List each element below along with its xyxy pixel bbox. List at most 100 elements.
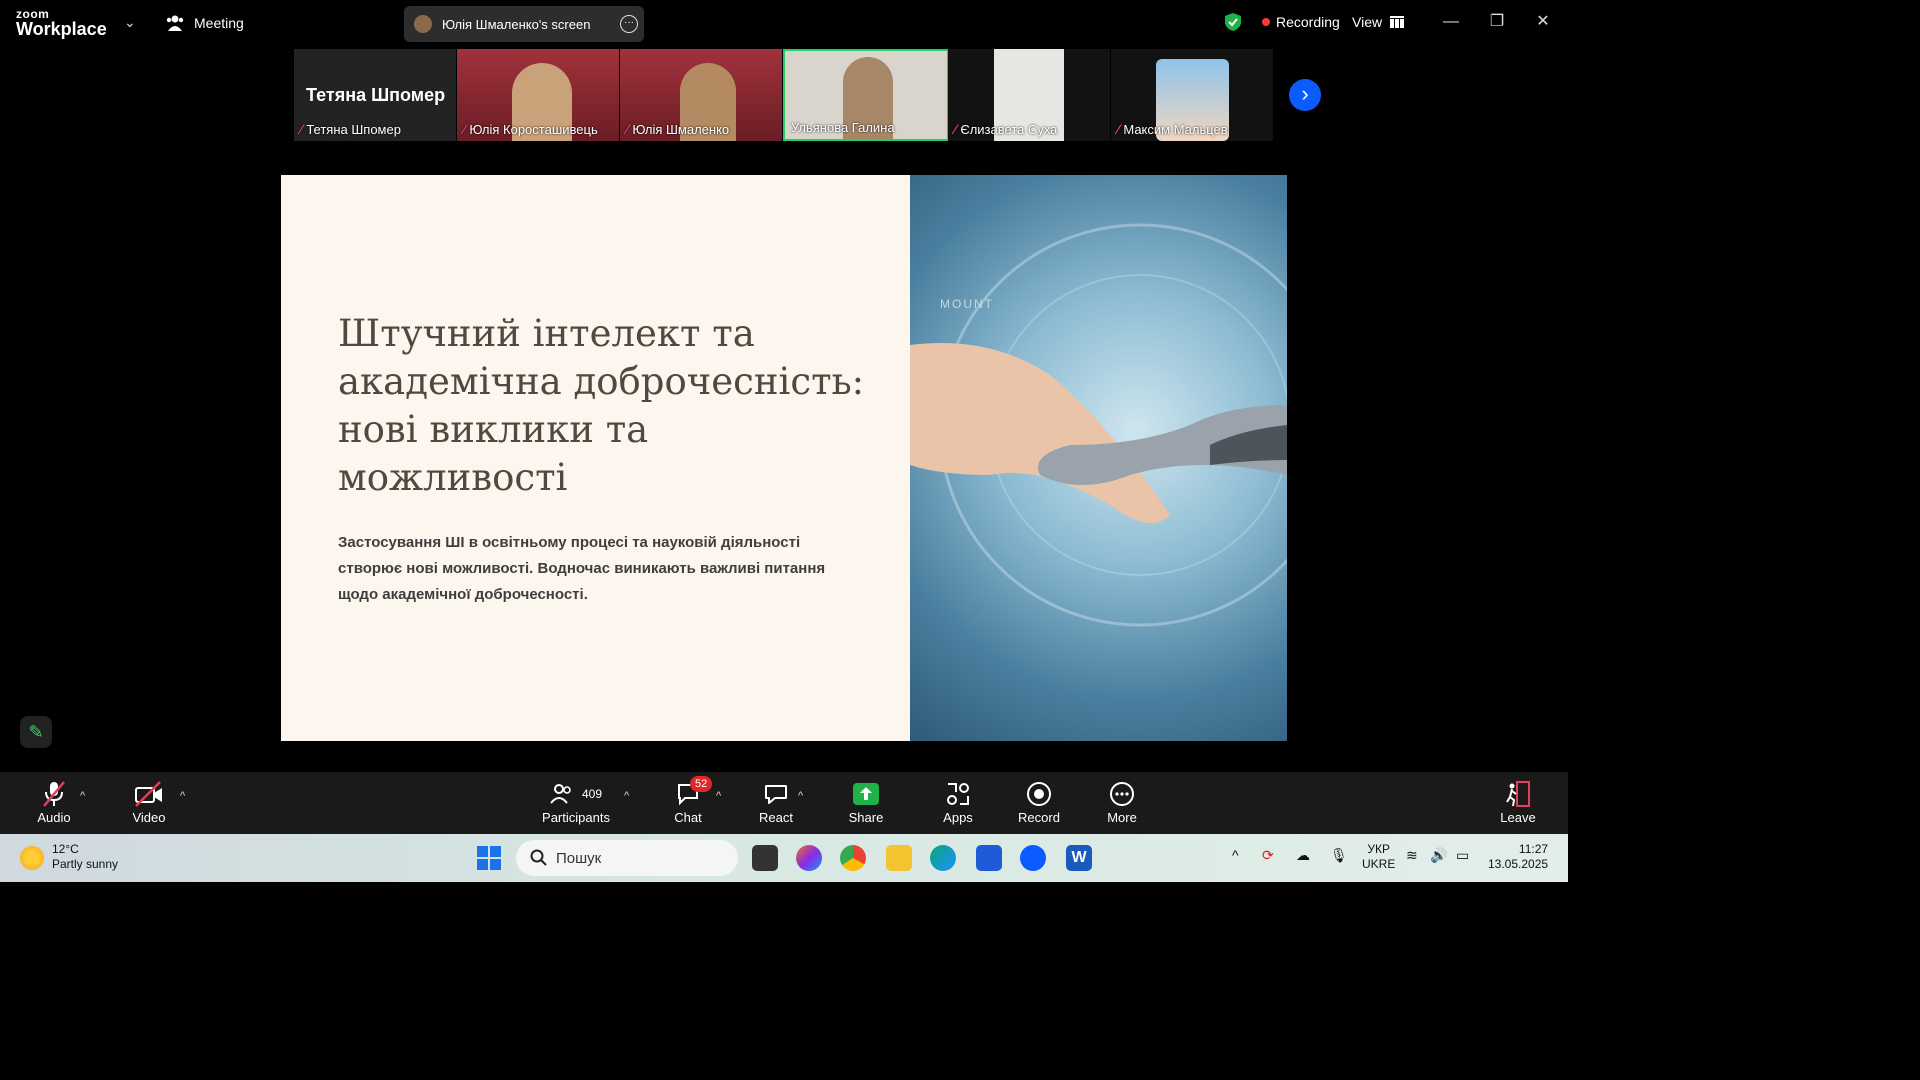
task-view-icon[interactable]: [752, 845, 778, 871]
audio-options-caret-icon[interactable]: ^: [80, 790, 85, 802]
more-dots-icon: [1110, 782, 1134, 806]
zoom-taskbar-icon[interactable]: [1020, 845, 1046, 871]
handshake-illustration: [910, 223, 1287, 627]
participant-name-row: ⁄ Тетяна Шпомер: [300, 121, 401, 137]
taskbar-search[interactable]: Пошук: [516, 840, 738, 876]
video-options-caret-icon[interactable]: ^: [180, 790, 185, 802]
mic-muted-icon: [43, 781, 65, 807]
clock[interactable]: 11:27 13.05.2025: [1488, 842, 1548, 872]
restore-icon[interactable]: ❐: [1482, 10, 1512, 34]
wifi-icon[interactable]: ≋: [1406, 848, 1418, 863]
meeting-label: Meeting: [194, 15, 244, 31]
sharer-avatar: [414, 15, 432, 33]
image-watermark: MOUNT: [940, 297, 994, 311]
recording-indicator[interactable]: Recording: [1262, 14, 1340, 30]
video-off-icon: [135, 781, 162, 807]
chat-button[interactable]: 52 Chat: [668, 776, 713, 825]
participant-name-row: ⁄ Єлизавета Суха: [954, 121, 1057, 137]
react-caret-icon[interactable]: ^: [798, 790, 803, 802]
participant-name-row: Ульянова Галина: [791, 120, 895, 135]
store-icon[interactable]: [976, 845, 1002, 871]
view-button[interactable]: View: [1352, 14, 1405, 30]
weather-widget[interactable]: 12°C Partly sunny: [20, 842, 118, 872]
logo-line2: Workplace: [16, 19, 107, 39]
participant-name: Тетяна Шпомер: [306, 121, 401, 137]
react-button[interactable]: React: [756, 778, 796, 825]
leave-door-icon: [1506, 781, 1530, 807]
meeting-info-button[interactable]: Meeting: [166, 14, 244, 32]
recording-dot-icon: [1262, 18, 1270, 26]
sync-icon[interactable]: ⟳: [1262, 848, 1274, 863]
handshake-image: MOUNT: [910, 175, 1287, 741]
react-label: React: [759, 810, 793, 825]
partly-sunny-icon: [20, 846, 44, 870]
record-label: Record: [1018, 810, 1060, 825]
leave-button[interactable]: Leave: [1496, 778, 1540, 825]
close-icon[interactable]: ✕: [1528, 10, 1558, 34]
record-icon: [1027, 782, 1051, 806]
people-icon: [550, 784, 571, 804]
mic-muted-icon: ⁄: [463, 121, 466, 137]
heart-react-icon: [765, 785, 787, 804]
participant-tile[interactable]: ⁄ Єлизавета Суха: [948, 49, 1110, 141]
share-screen-icon: [853, 783, 879, 805]
microphone-tray-icon[interactable]: 🎙: [1330, 848, 1348, 863]
annotate-pencil-icon[interactable]: ✎: [20, 716, 52, 748]
participant-tile[interactable]: ⁄ Максим Мальцев: [1111, 49, 1273, 141]
chat-caret-icon[interactable]: ^: [716, 790, 721, 802]
search-icon: [530, 849, 547, 866]
participants-count: 409: [581, 787, 603, 801]
clock-time: 11:27: [1518, 842, 1549, 856]
onedrive-icon[interactable]: ☁: [1296, 848, 1310, 863]
word-icon[interactable]: W: [1066, 845, 1092, 871]
participants-button[interactable]: 409 Participants: [538, 778, 614, 825]
chevron-down-icon[interactable]: ⌄: [124, 14, 136, 31]
participant-name: Максим Мальцев: [1123, 121, 1228, 137]
mic-muted-icon: ⁄: [300, 121, 303, 137]
record-button[interactable]: Record: [1016, 778, 1062, 825]
video-button[interactable]: Video: [128, 778, 170, 825]
participant-tile[interactable]: ⁄ Юлія Короcташивець: [457, 49, 619, 141]
grid-icon: [1390, 16, 1405, 28]
participants-caret-icon[interactable]: ^: [624, 790, 629, 802]
weather-temp: 12°C: [52, 842, 79, 856]
participant-display-name: Тетяна Шпомер: [306, 85, 446, 105]
windows-start-icon[interactable]: [476, 845, 502, 871]
more-options-icon[interactable]: ···: [620, 15, 638, 33]
participant-tile-active-speaker[interactable]: Ульянова Галина: [783, 49, 949, 141]
participant-tile[interactable]: Тетяна Шпомер ⁄ Тетяна Шпомер: [294, 49, 456, 141]
people-icon: [166, 15, 184, 31]
chat-unread-badge: 52: [690, 776, 713, 792]
minimize-icon[interactable]: —: [1436, 10, 1466, 34]
more-button[interactable]: More: [1102, 778, 1142, 825]
participant-name: Юлія Короcташивець: [469, 121, 598, 137]
file-explorer-icon[interactable]: [886, 845, 912, 871]
language-indicator[interactable]: УКР UKRE: [1362, 842, 1395, 872]
edge-icon[interactable]: [930, 845, 956, 871]
share-label: Share: [848, 810, 884, 825]
audio-button[interactable]: Audio: [34, 778, 74, 825]
apps-icon: [947, 783, 969, 805]
participant-name-row: ⁄ Юлія Короcташивець: [463, 121, 598, 137]
clock-date: 13.05.2025: [1488, 857, 1549, 871]
search-placeholder: Пошук: [556, 849, 602, 867]
mic-muted-icon: ⁄: [954, 121, 957, 137]
slide-title: Штучний інтелект та академічна доброчесн…: [338, 312, 865, 499]
shield-icon[interactable]: [1224, 12, 1242, 32]
copilot-icon[interactable]: [796, 845, 822, 871]
battery-icon[interactable]: ▭: [1456, 848, 1469, 863]
video-label: Video: [132, 810, 166, 825]
chat-label: Chat: [674, 810, 702, 825]
next-page-icon[interactable]: ›: [1289, 79, 1321, 111]
show-hidden-icons-chevron-icon[interactable]: ^: [1232, 848, 1239, 863]
view-label: View: [1352, 14, 1383, 30]
more-label: More: [1107, 810, 1137, 825]
chrome-icon[interactable]: [840, 845, 866, 871]
participant-name: Ульянова Галина: [791, 120, 895, 135]
screen-share-banner[interactable]: Юлія Шмаленко's screen ···: [404, 6, 644, 42]
volume-icon[interactable]: 🔊: [1430, 848, 1447, 863]
apps-button[interactable]: Apps: [938, 778, 978, 825]
participant-tile[interactable]: ⁄ Юлія Шмаленко: [620, 49, 782, 141]
leave-label: Leave: [1500, 810, 1536, 825]
share-button[interactable]: Share: [846, 778, 886, 825]
